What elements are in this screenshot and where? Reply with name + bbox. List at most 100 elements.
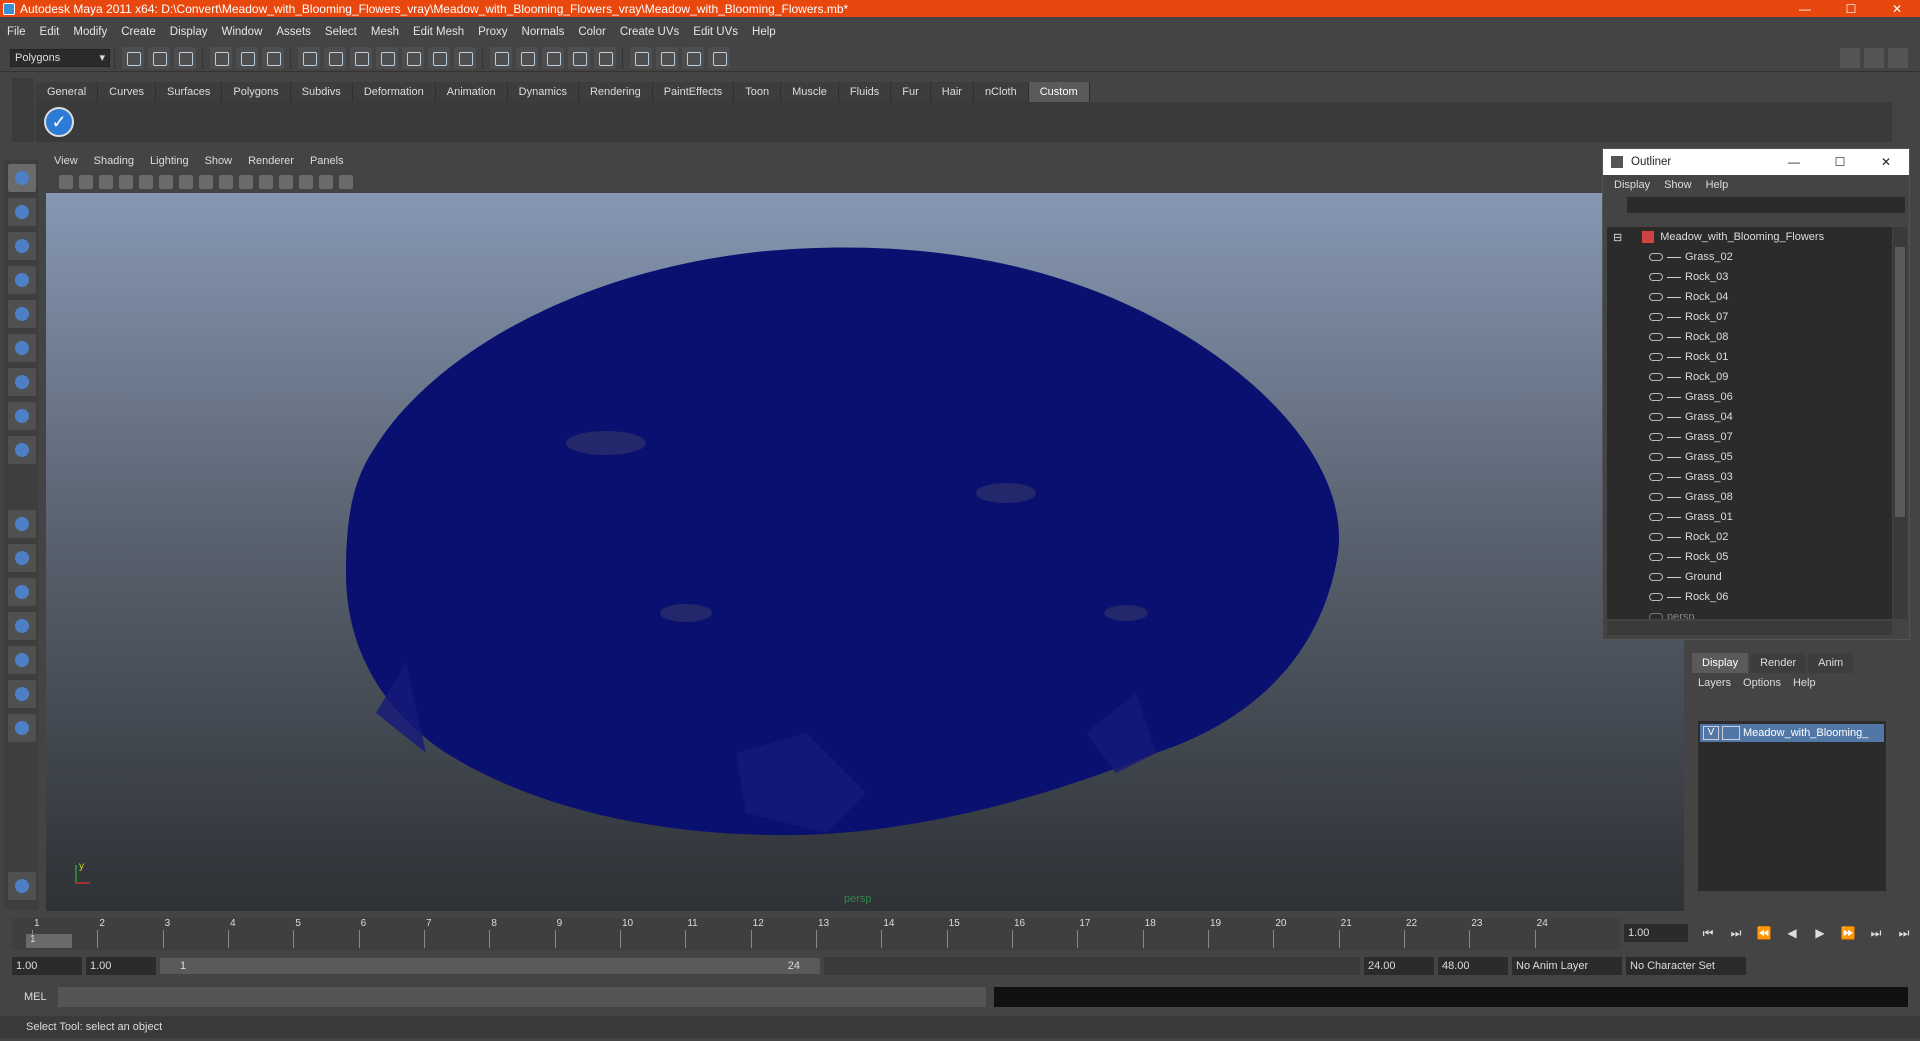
outliner-item[interactable]: Rock_05 [1607, 547, 1892, 567]
outliner-item[interactable]: Ground [1607, 567, 1892, 587]
outliner-item[interactable]: Grass_04 [1607, 407, 1892, 427]
viewport-menu-view[interactable]: View [46, 155, 86, 167]
time-slider[interactable]: 1 2 3 4 5 6 7 8 9 10 11 12 13 14 15 16 17 18 19 20 21 22 23 24 1 [12, 918, 1620, 950]
save-scene-icon[interactable] [174, 46, 196, 69]
outliner-item[interactable]: Grass_07 [1607, 427, 1892, 447]
tool-settings-icon[interactable] [708, 46, 730, 69]
viewport-menu-panels[interactable]: Panels [302, 155, 352, 167]
move-tool-icon[interactable] [8, 266, 36, 294]
render-frame-icon[interactable] [490, 46, 512, 69]
outliner-menu-show[interactable]: Show [1657, 179, 1699, 191]
render-view-icon[interactable] [594, 46, 616, 69]
single-pane-layout-icon[interactable] [8, 510, 36, 538]
layer-menu-options[interactable]: Options [1737, 677, 1787, 689]
lights-icon[interactable] [219, 175, 233, 189]
menu-modify[interactable]: Modify [66, 26, 114, 38]
menu-help[interactable]: Help [745, 26, 783, 38]
custom-layout-icon[interactable] [8, 714, 36, 742]
playback-control-button[interactable]: ◀ [1778, 924, 1806, 942]
playback-start-field[interactable]: 1.00 [86, 957, 156, 975]
outliner-item[interactable]: Rock_03 [1607, 267, 1892, 287]
collapse-icon[interactable]: ⊟ [1613, 231, 1622, 244]
grid-icon[interactable] [139, 175, 153, 189]
playback-control-button[interactable]: ▶ [1806, 924, 1834, 942]
outliner-item[interactable]: Rock_08 [1607, 327, 1892, 347]
layer-tab-render[interactable]: Render [1750, 653, 1807, 673]
outliner-item[interactable]: Grass_05 [1607, 447, 1892, 467]
select-object-icon[interactable] [236, 46, 258, 69]
shelf-tab-polygons[interactable]: Polygons [222, 82, 291, 102]
menu-mesh[interactable]: Mesh [364, 26, 406, 38]
menu-display[interactable]: Display [163, 26, 215, 38]
playback-control-button[interactable]: ⏭ [1890, 924, 1918, 942]
playback-control-button[interactable]: ⏩ [1834, 924, 1862, 942]
outliner-root-item[interactable]: ⊟ Meadow_with_Blooming_Flowers [1607, 227, 1892, 247]
menu-normals[interactable]: Normals [515, 26, 572, 38]
shelf-tab-animation[interactable]: Animation [435, 82, 508, 102]
outliner-item[interactable]: Rock_02 [1607, 527, 1892, 547]
film-gate-icon[interactable] [319, 175, 333, 189]
shelf-tab-rendering[interactable]: Rendering [578, 82, 653, 102]
outliner-item[interactable]: Rock_07 [1607, 307, 1892, 327]
snap-surface-icon[interactable] [376, 46, 398, 69]
range-track[interactable] [824, 957, 1360, 975]
layer-visibility-toggle[interactable]: V [1703, 726, 1719, 740]
check-icon[interactable]: ✓ [44, 107, 74, 137]
outliner-menu-help[interactable]: Help [1699, 179, 1736, 191]
layer-menu-layers[interactable]: Layers [1692, 677, 1737, 689]
graph-layout-icon[interactable] [8, 612, 36, 640]
panel-toggle-icon[interactable] [1864, 48, 1884, 68]
outliner-filter-field[interactable] [1627, 197, 1905, 213]
menu-edit[interactable]: Edit [33, 26, 67, 38]
range-slider[interactable]: 1 24 [160, 958, 820, 974]
outliner-item[interactable]: Grass_02 [1607, 247, 1892, 267]
shelf-tab-hair[interactable]: Hair [930, 82, 974, 102]
shelf-tab-surfaces[interactable]: Surfaces [155, 82, 223, 102]
shelf-tab-subdivs[interactable]: Subdivs [290, 82, 353, 102]
camera-attr-icon[interactable] [79, 175, 93, 189]
isolate-icon[interactable] [259, 175, 273, 189]
hud-icon[interactable] [299, 175, 313, 189]
menu-select[interactable]: Select [318, 26, 364, 38]
outliner-maximize-button[interactable]: ☐ [1817, 155, 1863, 169]
shelf-tab-toon[interactable]: Toon [734, 82, 782, 102]
outliner-layout-icon[interactable] [8, 578, 36, 606]
hypershade-icon[interactable] [568, 46, 590, 69]
playback-control-button[interactable]: ⏭ [1722, 924, 1750, 942]
outliner-item[interactable]: persp [1607, 607, 1892, 619]
shelf-tab-deformation[interactable]: Deformation [352, 82, 436, 102]
resolution-gate-icon[interactable] [339, 175, 353, 189]
menu-color[interactable]: Color [571, 26, 612, 38]
scroll-thumb[interactable] [1895, 247, 1905, 517]
shelf-tab-dynamics[interactable]: Dynamics [507, 82, 579, 102]
ipr-render-icon[interactable] [516, 46, 538, 69]
layer-row[interactable]: V Meadow_with_Blooming_ [1700, 724, 1884, 742]
menu-create-uvs[interactable]: Create UVs [613, 26, 686, 38]
outliner-menu-display[interactable]: Display [1607, 179, 1657, 191]
shelf-tab-custom[interactable]: Custom [1028, 82, 1090, 102]
render-settings-icon[interactable] [542, 46, 564, 69]
select-hierarchy-icon[interactable] [210, 46, 232, 69]
menu-assets[interactable]: Assets [269, 26, 318, 38]
dope-sheet-layout-icon[interactable] [8, 680, 36, 708]
outliner-item[interactable]: Grass_03 [1607, 467, 1892, 487]
outliner-item[interactable]: Rock_01 [1607, 347, 1892, 367]
panel-toggle-icon[interactable] [1840, 48, 1860, 68]
outliner-item[interactable]: Grass_06 [1607, 387, 1892, 407]
shelf-tab-ncloth[interactable]: nCloth [973, 82, 1029, 102]
outliner-item[interactable]: Grass_01 [1607, 507, 1892, 527]
smooth-shade-icon[interactable] [179, 175, 193, 189]
lasso-tool-icon[interactable] [8, 198, 36, 226]
viewport-menu-lighting[interactable]: Lighting [142, 155, 197, 167]
menu-file[interactable]: File [0, 26, 33, 38]
shelf-tab-general[interactable]: General [36, 82, 99, 102]
outliner-scrollbar[interactable] [1893, 227, 1907, 619]
viewport-menu-renderer[interactable]: Renderer [240, 155, 302, 167]
quick-layout-icon[interactable] [8, 872, 36, 900]
soft-mod-icon[interactable] [8, 402, 36, 430]
layer-tab-display[interactable]: Display [1692, 653, 1749, 673]
manipulator-icon[interactable] [8, 368, 36, 396]
outliner-item[interactable]: Rock_06 [1607, 587, 1892, 607]
outliner-hscrollbar[interactable] [1607, 621, 1892, 635]
last-tool-icon[interactable] [8, 436, 36, 464]
